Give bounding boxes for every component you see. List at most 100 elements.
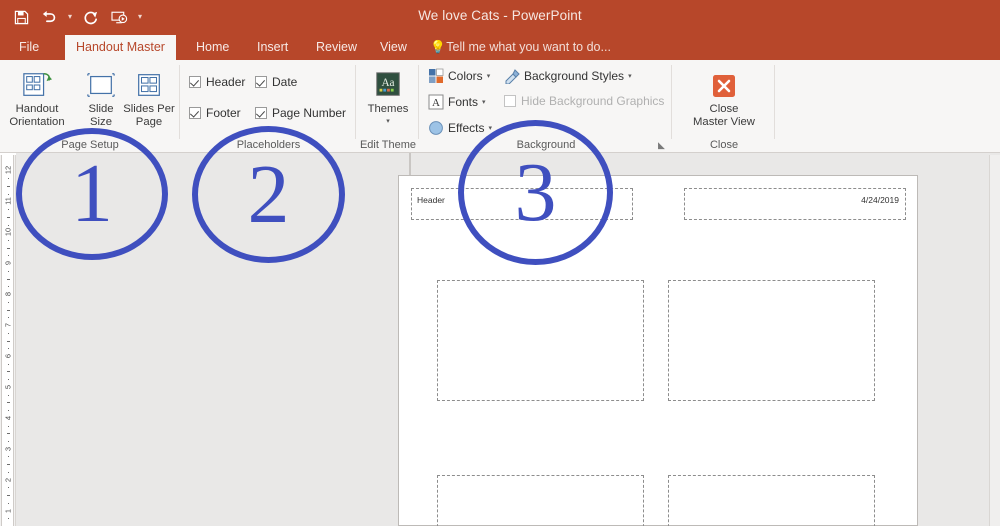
ruler-subtick: [8, 301, 9, 303]
slide-placeholder-4[interactable]: [668, 475, 875, 526]
background-styles-icon: [504, 68, 520, 85]
ruler-subtick: [7, 247, 10, 249]
ruler-tick-label: 5: [3, 384, 13, 389]
ruler-subtick: [8, 240, 9, 242]
ruler-tick-label: 10: [3, 228, 13, 237]
ruler-tick-label: 7: [3, 322, 13, 328]
tab-handout-master[interactable]: Handout Master: [65, 35, 176, 60]
group-separator: [179, 65, 180, 139]
colors-dropdown-icon[interactable]: ▾: [487, 72, 491, 80]
ruler-subtick: [8, 518, 9, 520]
fonts-dropdown-icon[interactable]: ▾: [482, 98, 486, 106]
tell-me-label: Tell me what you want to do...: [446, 40, 611, 54]
colors-icon: [428, 68, 444, 84]
ruler-tick-label: 8: [3, 292, 13, 297]
tab-review[interactable]: Review: [305, 35, 368, 60]
ruler-subtick: [7, 216, 10, 218]
checkbox-header[interactable]: Header: [189, 75, 245, 89]
ruler-tick-label: 9: [3, 261, 13, 266]
background-styles-dropdown-icon[interactable]: ▾: [628, 72, 632, 80]
checkbox-date[interactable]: Date: [255, 75, 297, 89]
handout-orientation-button[interactable]: Handout Orientation: [6, 66, 68, 128]
vertical-ruler: 12 11 10 9 8 7 6 5 4 3 2 1: [0, 155, 16, 526]
themes-button[interactable]: Aa Themes ▾: [357, 66, 419, 128]
slides-per-page-button[interactable]: Slides Per Page: [118, 66, 180, 128]
powerpoint-window: ▾ ▾ We love Cats - PowerPoint File Hando…: [0, 0, 1000, 526]
vertical-scrollbar[interactable]: [989, 155, 1000, 526]
tab-file[interactable]: File: [8, 35, 50, 60]
annotation-number-3: 3: [514, 145, 557, 239]
background-styles-button[interactable]: Background Styles ▾: [504, 68, 632, 85]
checkbox-icon: [255, 76, 267, 88]
tab-view[interactable]: View: [369, 35, 418, 60]
svg-text:A: A: [432, 97, 440, 109]
fonts-label: Fonts: [448, 95, 479, 109]
checkbox-icon: [504, 95, 516, 107]
ruler-tick-label: 2: [3, 477, 13, 482]
ruler-subtick: [7, 185, 10, 187]
background-styles-label: Background Styles: [524, 69, 625, 83]
tab-insert[interactable]: Insert: [246, 35, 299, 60]
themes-label: Themes: [367, 103, 409, 115]
group-separator: [418, 65, 419, 139]
annotation-number-1: 1: [71, 147, 113, 240]
slide-placeholder-2[interactable]: [668, 280, 875, 401]
colors-button[interactable]: Colors ▾: [428, 68, 490, 84]
checkbox-icon: [189, 76, 201, 88]
lightbulb-icon: 💡: [430, 40, 446, 54]
fonts-icon: A: [428, 94, 444, 110]
date-placeholder-label: 4/24/2019: [861, 195, 899, 205]
close-master-view-icon: [710, 66, 738, 100]
themes-icon: Aa: [373, 66, 403, 100]
ruler-subtick: [8, 394, 9, 396]
ribbon-group-close: Close Master View Close: [673, 60, 775, 153]
checkbox-footer[interactable]: Footer: [189, 106, 241, 120]
ruler-subtick: [8, 332, 9, 334]
group-label-close: Close: [709, 139, 739, 151]
ruler-tick-label: 1: [3, 508, 13, 513]
colors-label: Colors: [448, 69, 483, 83]
ruler-tick-label: 11: [3, 197, 13, 206]
ruler-subtick: [8, 425, 9, 427]
ruler-tick-label: 4: [3, 415, 13, 420]
svg-text:Aa: Aa: [381, 77, 394, 89]
header-placeholder-label: Header: [417, 195, 445, 205]
slide-size-icon: [84, 66, 118, 100]
fonts-button[interactable]: A Fonts ▾: [428, 94, 486, 110]
ruler-subtick: [8, 456, 9, 458]
slide-size-label-1: Slide: [88, 103, 114, 115]
handout-orientation-label-2: Orientation: [9, 115, 65, 128]
slide-placeholder-3[interactable]: [437, 475, 644, 526]
annotation-number-2: 2: [247, 147, 290, 241]
slides-per-page-icon: [134, 66, 164, 100]
themes-dropdown-icon[interactable]: ▾: [386, 116, 390, 129]
close-master-view-button[interactable]: Close Master View: [683, 66, 765, 128]
slide-placeholder-1[interactable]: [437, 280, 644, 401]
ruler-subtick: [7, 371, 10, 373]
effects-dropdown-icon[interactable]: ▾: [488, 124, 492, 132]
ruler-subtick: [7, 309, 10, 311]
ribbon-group-edit-theme: Aa Themes ▾ Edit Theme: [357, 60, 419, 153]
tell-me-box[interactable]: 💡 Tell me what you want to do...: [430, 35, 611, 60]
ruler-tick-label: 6: [3, 353, 13, 359]
effects-icon: [428, 120, 444, 136]
window-title: We love Cats - PowerPoint: [418, 8, 582, 23]
checkbox-page-number-label: Page Number: [272, 106, 347, 120]
checkbox-page-number[interactable]: Page Number: [255, 106, 346, 120]
ruler-subtick: [8, 209, 9, 211]
ruler-subtick: [7, 278, 10, 280]
ruler-subtick: [8, 178, 9, 180]
format-background-dialog-launcher[interactable]: ◣: [656, 140, 667, 151]
ruler-subtick: [7, 402, 10, 404]
close-master-view-label-2: Master View: [693, 115, 755, 128]
effects-button[interactable]: Effects ▾: [428, 120, 492, 136]
checkbox-date-label: Date: [272, 75, 298, 89]
tab-home[interactable]: Home: [185, 35, 240, 60]
title-bar: ▾ ▾ We love Cats - PowerPoint: [0, 0, 1000, 35]
ruler-subtick: [7, 495, 10, 497]
vertical-ruler-strip: 12 11 10 9 8 7 6 5 4 3 2 1: [1, 155, 14, 526]
checkbox-icon: [189, 107, 201, 119]
effects-label: Effects: [448, 121, 485, 135]
date-placeholder[interactable]: 4/24/2019: [684, 188, 906, 220]
ruler-subtick: [7, 464, 10, 466]
